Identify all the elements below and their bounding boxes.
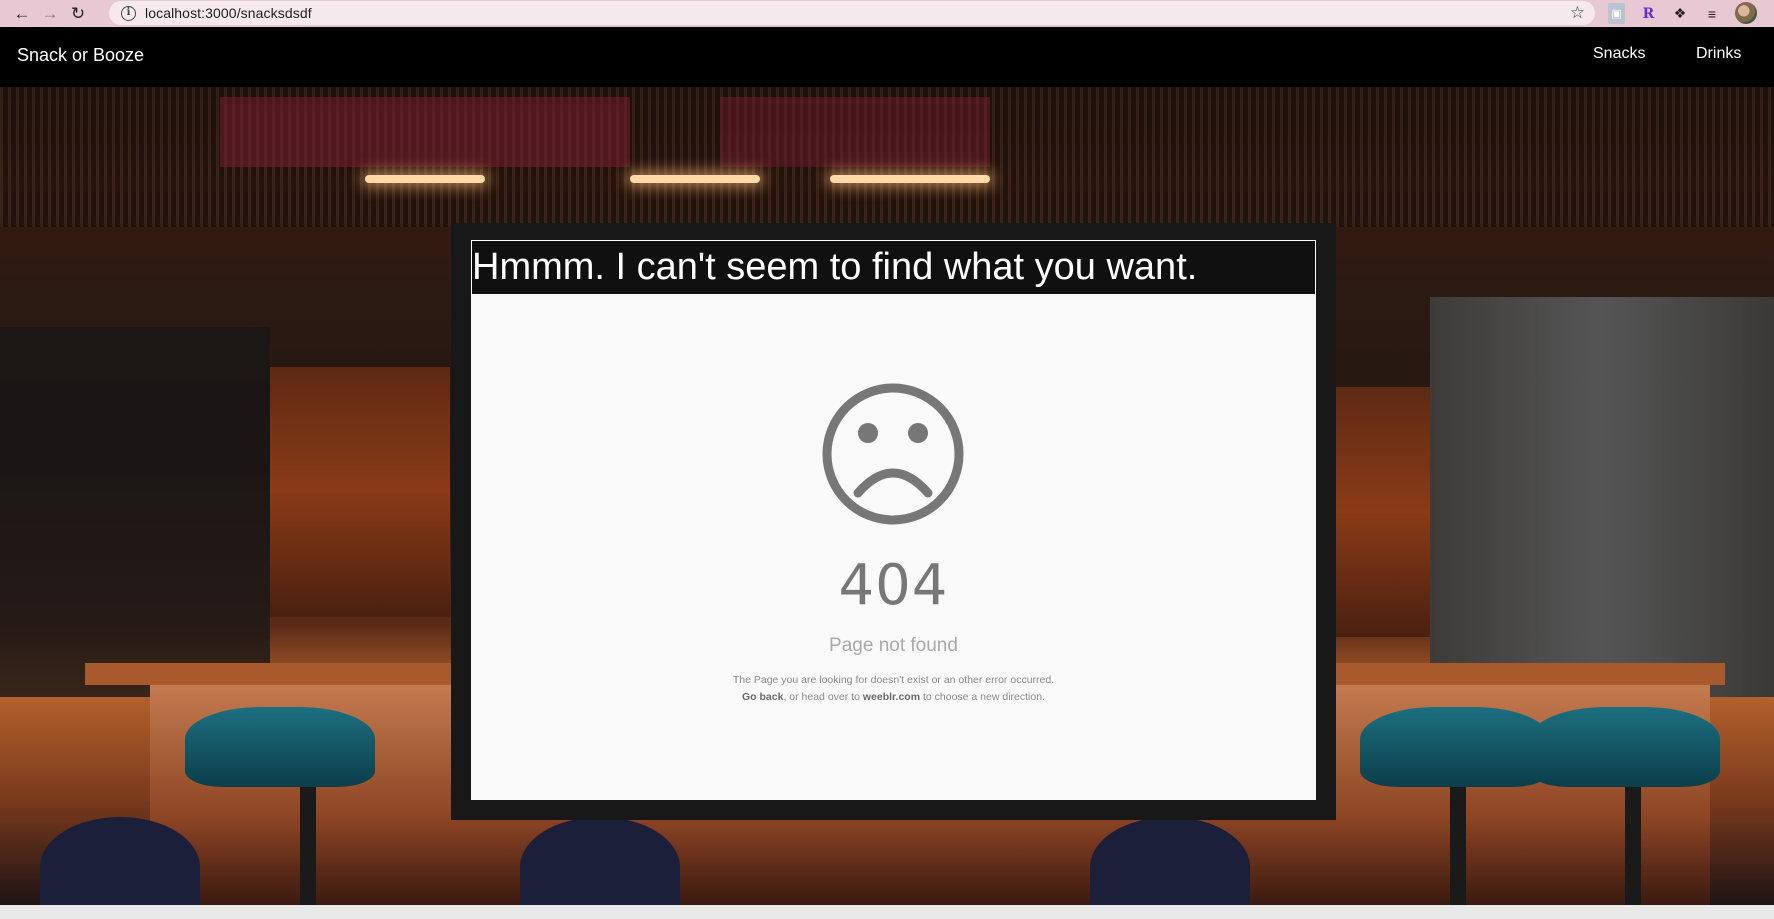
- image-extension-icon[interactable]: ▣: [1608, 3, 1625, 24]
- site-info-icon[interactable]: i: [121, 5, 136, 21]
- horizontal-scrollbar[interactable]: [0, 905, 1774, 919]
- browser-toolbar: ← → ↻ i localhost:3000/snacksdsdf ☆ ▣ R …: [0, 0, 1774, 27]
- background-ceiling-panel: [220, 97, 630, 167]
- card-title: Hmmm. I can't seem to find what you want…: [471, 240, 1316, 295]
- directions-text: , or head over to: [783, 691, 863, 703]
- background-stool: [1530, 707, 1720, 787]
- not-found-image: 404 Page not found The Page you are look…: [471, 295, 1316, 800]
- url-text[interactable]: localhost:3000/snacksdsdf: [145, 5, 312, 21]
- extensions-puzzle-icon[interactable]: ❖: [1670, 3, 1690, 24]
- nav-link-drinks[interactable]: Drinks: [1696, 45, 1741, 63]
- background-stool: [1360, 707, 1550, 787]
- background-bottle-shelf: [1330, 387, 1430, 637]
- back-button[interactable]: ←: [8, 0, 36, 27]
- sad-face-icon: [822, 383, 964, 525]
- background-stool-leg: [1625, 787, 1641, 905]
- background-stool-leg: [1450, 787, 1466, 905]
- weeblr-text: weeblr.com: [862, 691, 921, 703]
- r-extension-icon[interactable]: R: [1640, 3, 1657, 24]
- go-back-text: Go back: [742, 691, 784, 703]
- reading-list-icon[interactable]: ≡: [1702, 3, 1722, 24]
- address-bar[interactable]: i localhost:3000/snacksdsdf ☆: [109, 1, 1595, 25]
- forward-button[interactable]: →: [36, 0, 64, 27]
- not-found-card: Hmmm. I can't seem to find what you want…: [451, 223, 1336, 820]
- error-heading: Page not found: [829, 635, 958, 656]
- error-code: 404: [838, 553, 949, 618]
- error-description: The Page you are looking for doesn't exi…: [732, 674, 1055, 686]
- profile-avatar[interactable]: [1735, 2, 1757, 24]
- directions-end-text: to choose a new direction.: [920, 691, 1045, 703]
- brand-link[interactable]: Snack or Booze: [17, 45, 144, 66]
- background-light: [830, 175, 990, 183]
- background-wall: [1430, 297, 1774, 697]
- background-light: [365, 175, 485, 183]
- page-viewport: Snack or Booze Snacks Drinks Hmmm. I can…: [0, 27, 1774, 905]
- background-wall: [0, 327, 270, 697]
- app-navbar: Snack or Booze Snacks Drinks: [0, 27, 1774, 87]
- background-stool-leg: [300, 787, 316, 905]
- background-ceiling-panel: [720, 97, 990, 167]
- bookmark-star-icon[interactable]: ☆: [1570, 3, 1585, 23]
- error-directions: Go back, or head over to weeblr.com to c…: [471, 691, 1316, 703]
- background-light: [630, 175, 760, 183]
- background-stool: [185, 707, 375, 787]
- nav-link-snacks[interactable]: Snacks: [1593, 45, 1645, 63]
- background-bottle-shelf: [270, 367, 450, 617]
- reload-button[interactable]: ↻: [64, 0, 92, 27]
